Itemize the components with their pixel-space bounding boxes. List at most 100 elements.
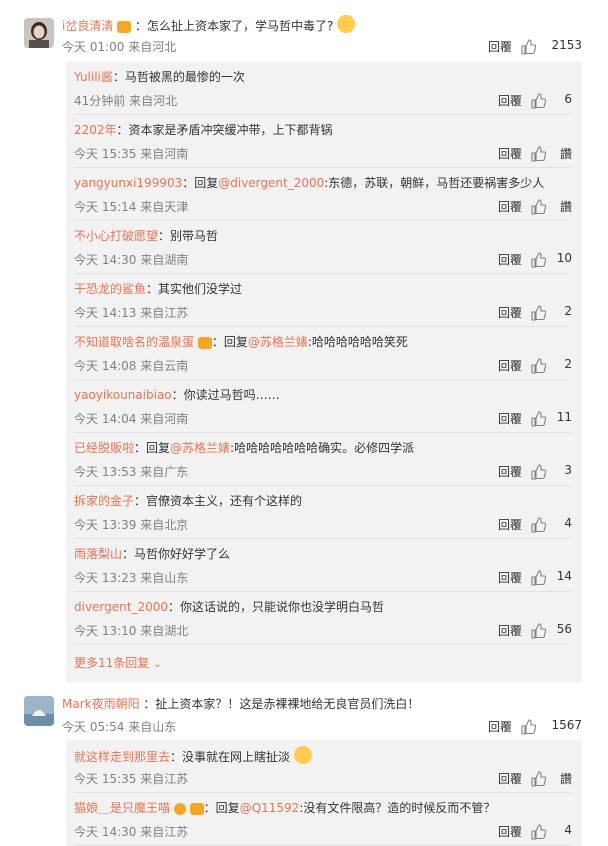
reply-content: yaoyikounaibiao：你读过马哲吗……: [74, 386, 280, 403]
reply-timestamp: 今天 13:23 来自山东: [74, 571, 189, 585]
reply-timestamp: 今天 13:10 来自湖北: [74, 624, 189, 638]
reply-button[interactable]: 回覆: [488, 38, 512, 55]
reply-item: 2202年：资本家是矛盾冲突缓冲带，上下都背锅 今天 15:35 来自河南 回覆 讚: [74, 115, 572, 168]
reply-author[interactable]: 2202年: [74, 123, 117, 137]
reply-prefix: ：回复: [182, 176, 219, 190]
reply-actions: 回覆 56: [452, 622, 572, 640]
like-icon[interactable]: [530, 517, 547, 533]
reply-content: 已经脱贩啦：回复@苏格兰婊:哈哈哈哈哈哈哈确实。必修四学派: [74, 439, 414, 456]
reply-author[interactable]: Yulili酱: [74, 70, 113, 84]
comment-author[interactable]: Mark夜雨朝阳: [62, 697, 140, 711]
reply-button[interactable]: 回覆: [498, 516, 522, 533]
like-icon[interactable]: [530, 146, 547, 162]
like-icon[interactable]: [530, 570, 547, 586]
reply-timestamp: 今天 15:14 来自天津: [74, 200, 189, 214]
reply-button[interactable]: 回覆: [498, 145, 522, 162]
reply-content: 猫娘＿是只魔王喵 ：回复@Q11592:没有文件限高？造的时候反而不管？: [74, 799, 495, 816]
reply-actions: 回覆 14: [452, 569, 572, 587]
reply-timestamp: 今天 13:53 来自广东: [74, 465, 189, 479]
like-count: 讚: [559, 772, 572, 786]
reply-timestamp: 今天 14:04 来自河南: [74, 412, 189, 426]
mention-link[interactable]: @divergent_2000: [218, 176, 324, 190]
reply-author[interactable]: 猫娘＿是只魔王喵: [74, 801, 170, 815]
like-icon[interactable]: [530, 305, 547, 321]
like-icon[interactable]: [530, 199, 547, 215]
avatar-image: [24, 18, 54, 48]
mention-link[interactable]: @苏格兰婊: [248, 335, 308, 349]
reply-button[interactable]: 回覆: [498, 357, 522, 374]
comment-timestamp: 今天 05:54 来自山东: [62, 720, 177, 734]
reply-button[interactable]: 回覆: [488, 718, 512, 735]
reply-text: ：马哲你好好学了么: [122, 547, 231, 561]
reply-button[interactable]: 回覆: [498, 410, 522, 427]
reply-content: 不知道取啥名的温泉蛋 ：回复@苏格兰婊:哈哈哈哈哈哈笑死: [74, 333, 408, 350]
like-icon[interactable]: [530, 771, 547, 787]
reply-author[interactable]: 不知道取啥名的温泉蛋: [74, 335, 194, 349]
reply-author[interactable]: yangyunxi199903: [74, 176, 182, 190]
reply-text: ：你读过马哲吗……: [171, 388, 280, 402]
reply-text: ：马哲被黑的最惨的一次: [112, 70, 245, 84]
like-icon[interactable]: [530, 93, 547, 109]
mention-link[interactable]: @苏格兰婊: [170, 441, 230, 455]
reply-content: 雨落梨山：马哲你好好学了么: [74, 545, 230, 562]
reply-timestamp: 今天 13:39 来自北京: [74, 518, 189, 532]
avatar-image: [24, 696, 54, 726]
more-replies-link[interactable]: 更多11条回复 ⌄: [74, 654, 162, 671]
verified-icon: [173, 803, 186, 815]
reply-button[interactable]: 回覆: [498, 823, 522, 840]
main-comment: i岔良清清 ：怎么扯上资本家了，学马哲中毒了? 今天 01:00 来自河北 回覆…: [62, 12, 582, 56]
reply-author[interactable]: 不小心打破愿望: [74, 229, 158, 243]
reply-author[interactable]: 已经脱贩啦: [74, 441, 134, 455]
like-count: 4: [564, 823, 572, 837]
reply-author[interactable]: 干恐龙的鲨鱼: [74, 282, 146, 296]
reply-author[interactable]: divergent_2000: [74, 600, 168, 614]
like-icon[interactable]: [530, 411, 547, 427]
like-icon[interactable]: [530, 824, 547, 840]
reply-item: 已经脱贩啦：回复@苏格兰婊:哈哈哈哈哈哈哈确实。必修四学派 今天 13:53 来自…: [74, 433, 572, 486]
like-count: 2: [564, 357, 572, 371]
reply-timestamp: 今天 14:30 来自湖南: [74, 253, 189, 267]
reply-prefix: ：回复: [134, 441, 171, 455]
reply-author[interactable]: 就这样走到那里去: [74, 750, 170, 764]
reply-item: Yulili酱：马哲被黑的最惨的一次 41分钟前 来自河北 回覆 6: [74, 62, 572, 115]
reply-button[interactable]: 回覆: [498, 251, 522, 268]
reply-button[interactable]: 回覆: [498, 304, 522, 321]
reply-text: :哈哈哈哈哈哈笑死: [307, 335, 408, 349]
reply-timestamp: 今天 14:13 来自江苏: [74, 306, 189, 320]
like-count: 10: [556, 251, 572, 265]
reply-button[interactable]: 回覆: [498, 92, 522, 109]
divider: [74, 644, 572, 645]
comment-text: ：扯上资本家？！这是赤裸裸地给无良官员们洗白！: [143, 697, 420, 711]
like-count: 2153: [551, 38, 582, 52]
avatar[interactable]: [24, 18, 54, 48]
reply-content: 2202年：资本家是矛盾冲突缓冲带，上下都背锅: [74, 121, 333, 138]
reply-author[interactable]: yaoyikounaibiao: [74, 388, 172, 402]
like-icon[interactable]: [520, 719, 537, 735]
reply-timestamp: 41分钟前 来自河北: [74, 94, 178, 108]
like-icon[interactable]: [530, 358, 547, 374]
like-icon[interactable]: [520, 39, 537, 55]
reply-content: 就这样走到那里去：没事就在网上瞎扯淡: [74, 746, 312, 765]
reply-button[interactable]: 回覆: [498, 569, 522, 586]
reply-actions: 回覆 4: [452, 516, 572, 534]
reply-author[interactable]: 雨落梨山: [74, 547, 122, 561]
more-replies-label: 更多11条回复: [74, 656, 150, 670]
like-icon[interactable]: [530, 623, 547, 639]
reply-button[interactable]: 回覆: [498, 622, 522, 639]
reply-timestamp: 今天 14:08 来自云南: [74, 359, 189, 373]
avatar[interactable]: [24, 696, 54, 726]
reply-button[interactable]: 回覆: [498, 198, 522, 215]
badge-icon: [197, 337, 212, 349]
reply-list: Yulili酱：马哲被黑的最惨的一次 41分钟前 来自河北 回覆 6 2202年：资本家…: [66, 62, 582, 682]
reply-text: ：资本家是矛盾冲突缓冲带，上下都背锅: [116, 123, 333, 137]
like-icon[interactable]: [530, 252, 547, 268]
reply-actions: 回覆 讚: [452, 198, 572, 216]
comment-author[interactable]: i岔良清清: [62, 19, 113, 33]
mention-link[interactable]: @Q11592: [240, 801, 300, 815]
reply-author[interactable]: 拆家的金子: [74, 494, 134, 508]
like-icon[interactable]: [530, 464, 547, 480]
reply-item: yangyunxi199903：回复@divergent_2000:东德，苏联，…: [74, 168, 572, 221]
reply-button[interactable]: 回覆: [498, 463, 522, 480]
reply-text: :东德，苏联，朝鲜，马哲还要祸害多少人: [324, 176, 545, 190]
reply-button[interactable]: 回覆: [498, 770, 522, 787]
